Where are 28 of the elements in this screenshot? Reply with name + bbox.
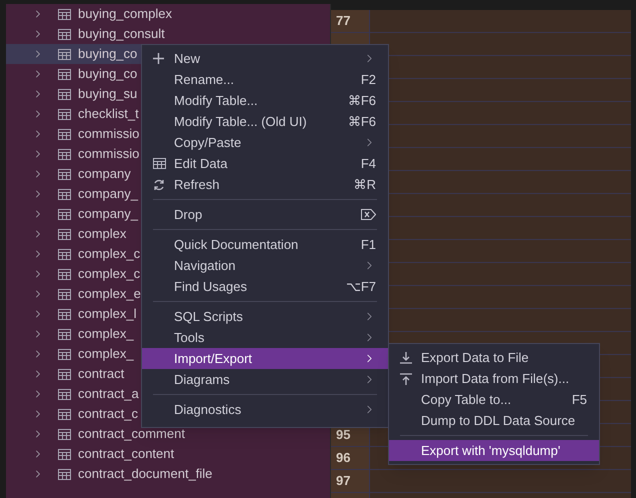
table-name: contract_comment [78,425,185,444]
table-name: complex_e [78,285,141,304]
table-name: complex_c [78,245,140,264]
table-name: contract_document_file [78,465,212,484]
table-name: buying_co [78,45,138,64]
table-name: buying_co [78,65,138,84]
table-name: contract_content [78,445,174,464]
table-name: complex [78,225,126,244]
table-name: contract_a [78,385,139,404]
table-name: contract_c [78,405,138,424]
table-name: buying_su [78,85,138,104]
line-number: 77 [335,12,350,30]
table-name: contract [78,365,124,384]
line-number: 97 [335,472,350,490]
table-name: checklist_t [78,105,139,124]
table-name: buying_complex [78,5,172,24]
table-name: complex_ [78,345,134,364]
line-number: 95 [335,426,350,444]
table-name: company_ [78,205,138,224]
table-name: commissio [78,125,140,144]
table-name: company [78,165,131,184]
table-name: complex_c [78,265,140,284]
table-name: commissio [78,145,140,164]
table-name: company_ [78,185,138,204]
table-name: complex_ [78,325,134,344]
table-name: complex_l [78,305,137,324]
line-number: 96 [335,449,350,468]
table-name: buying_consult [78,25,165,44]
